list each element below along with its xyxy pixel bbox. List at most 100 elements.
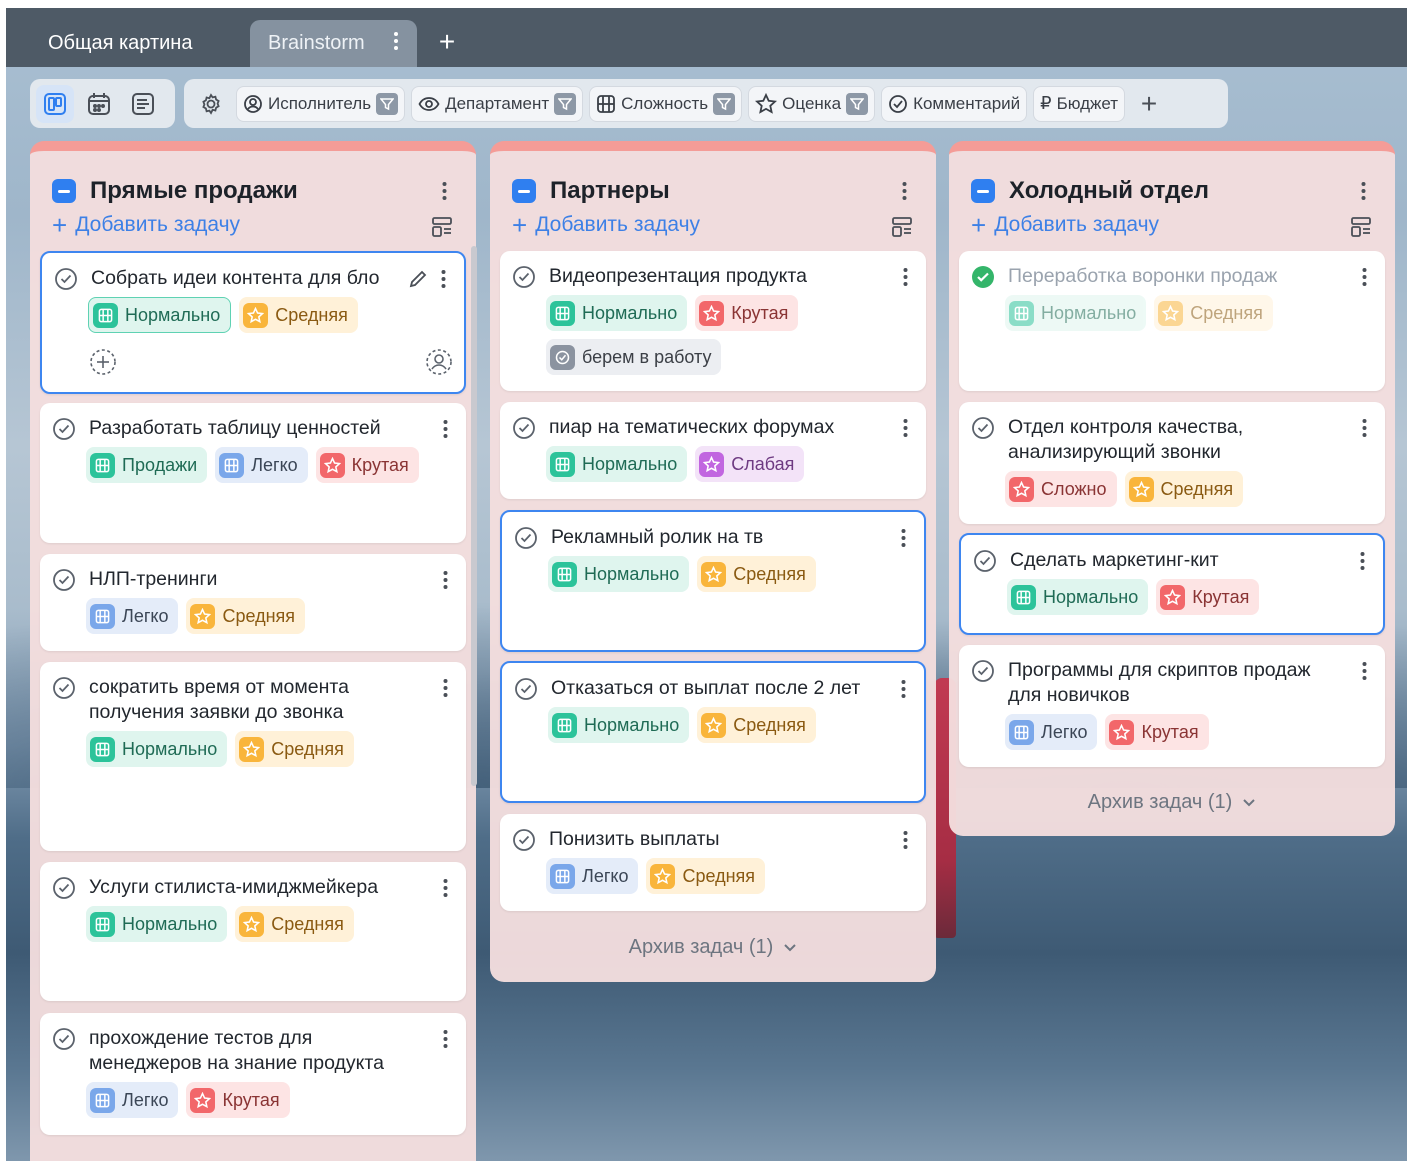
filter-department[interactable]: Департамент xyxy=(411,85,584,122)
pencil-icon[interactable] xyxy=(408,269,428,289)
tag[interactable]: Продажи xyxy=(86,447,208,483)
tag[interactable]: Легко xyxy=(546,858,639,894)
filter-comment[interactable]: Комментарий xyxy=(881,85,1028,122)
archive-toggle[interactable]: Архив задач (1) xyxy=(490,936,936,959)
tag[interactable]: Нормально xyxy=(88,297,232,333)
task-card[interactable]: Отдел контроля качества, анализирующий з… xyxy=(959,402,1385,524)
add-task-button[interactable]: + Добавить задачу xyxy=(52,212,240,238)
tag[interactable]: Нормально xyxy=(546,446,688,482)
task-card[interactable]: Разработать таблицу ценностей Продажи Ле… xyxy=(40,403,466,543)
column-menu-icon[interactable] xyxy=(1353,176,1373,206)
task-menu-icon[interactable] xyxy=(1357,657,1371,685)
tag[interactable]: Средняя xyxy=(235,906,354,942)
task-card[interactable]: Отказаться от выплат после 2 лет Нормаль… xyxy=(500,661,926,803)
column-settings-icon[interactable] xyxy=(1349,215,1373,239)
tag[interactable]: Средняя xyxy=(697,556,816,592)
complete-task-icon[interactable] xyxy=(514,677,538,701)
task-menu-icon[interactable] xyxy=(1357,414,1371,442)
task-card[interactable]: Переработка воронки продаж Нормально Сре… xyxy=(959,251,1385,391)
tag[interactable]: Крутая xyxy=(186,1082,290,1118)
task-menu-icon[interactable] xyxy=(1357,263,1371,291)
tag[interactable]: Легко xyxy=(86,598,179,634)
add-tab-button[interactable]: + xyxy=(432,28,462,58)
filter-assignee[interactable]: Исполнитель xyxy=(236,85,406,122)
task-card[interactable]: Видеопрезентация продукта Нормально Крут… xyxy=(500,251,926,391)
task-menu-icon[interactable] xyxy=(438,674,452,702)
tag[interactable]: Крутая xyxy=(1156,579,1260,615)
tag[interactable]: Легко xyxy=(215,447,308,483)
tag[interactable]: Крутая xyxy=(1105,714,1209,750)
column-settings-icon[interactable] xyxy=(890,215,914,239)
filter-budget[interactable]: ₽ Бюджет xyxy=(1033,85,1126,122)
tag[interactable]: Нормально xyxy=(86,906,228,942)
list-view-icon[interactable] xyxy=(124,85,162,123)
tag[interactable]: Средняя xyxy=(1124,471,1244,507)
task-card[interactable]: Услуги стилиста-имиджмейкера Нормально С… xyxy=(40,862,466,1001)
add-task-button[interactable]: + Добавить задачу xyxy=(512,212,700,238)
task-menu-icon[interactable] xyxy=(438,1025,452,1053)
complete-task-icon[interactable] xyxy=(52,417,76,441)
funnel-icon[interactable] xyxy=(713,92,736,115)
complete-task-icon[interactable] xyxy=(52,1027,76,1051)
task-card[interactable]: Сделать маркетинг-кит Нормально Крутая xyxy=(959,533,1385,635)
gear-icon[interactable] xyxy=(192,86,230,122)
tag[interactable]: Средняя xyxy=(239,297,358,333)
complete-task-icon[interactable] xyxy=(52,876,76,900)
task-card[interactable]: НЛП-тренинги Легко Средняя xyxy=(40,554,466,651)
filter-rating[interactable]: Оценка xyxy=(748,85,876,122)
board-view-icon[interactable] xyxy=(36,84,74,123)
tab-menu-icon[interactable] xyxy=(393,31,399,57)
tag[interactable]: Крутая xyxy=(315,447,419,483)
column-scrollbar[interactable] xyxy=(471,246,477,786)
tag[interactable]: Нормально xyxy=(1007,579,1149,615)
tag[interactable]: Средняя xyxy=(697,707,816,743)
complete-task-icon[interactable] xyxy=(971,416,995,440)
tag[interactable]: Средняя xyxy=(1154,295,1273,331)
done-check-icon[interactable] xyxy=(971,265,995,289)
collapse-column-icon[interactable] xyxy=(512,179,536,203)
task-menu-icon[interactable] xyxy=(898,826,912,854)
tag[interactable]: Нормально xyxy=(548,556,690,592)
complete-task-icon[interactable] xyxy=(54,267,78,291)
assignee-placeholder-icon[interactable] xyxy=(424,347,454,377)
task-card[interactable]: Программы для скриптов продаж для новичк… xyxy=(959,645,1385,767)
task-menu-icon[interactable] xyxy=(896,524,910,552)
funnel-icon[interactable] xyxy=(376,92,399,115)
column-menu-icon[interactable] xyxy=(894,176,914,206)
complete-task-icon[interactable] xyxy=(512,416,536,440)
tag[interactable]: Легко xyxy=(1005,714,1098,750)
tag[interactable]: Нормально xyxy=(86,731,228,767)
tag[interactable]: Средняя xyxy=(235,731,354,767)
tag[interactable]: Нормально xyxy=(546,295,688,331)
calendar-view-icon[interactable] xyxy=(80,85,118,123)
complete-task-icon[interactable] xyxy=(514,526,538,550)
complete-task-icon[interactable] xyxy=(973,549,997,573)
task-menu-icon[interactable] xyxy=(438,566,452,594)
add-assignee-icon[interactable] xyxy=(88,347,118,377)
complete-task-icon[interactable] xyxy=(52,676,76,700)
complete-task-icon[interactable] xyxy=(512,265,536,289)
tag[interactable]: берем в работу xyxy=(546,339,722,375)
task-card[interactable]: Рекламный ролик на тв Нормально Средняя xyxy=(500,510,926,652)
tag[interactable]: Нормально xyxy=(1005,295,1147,331)
tag[interactable]: Крутая xyxy=(695,295,799,331)
tag[interactable]: Нормально xyxy=(548,707,690,743)
tag[interactable]: Сложно xyxy=(1005,471,1117,507)
task-menu-icon[interactable] xyxy=(438,874,452,902)
column-menu-icon[interactable] xyxy=(434,176,454,206)
task-menu-icon[interactable] xyxy=(898,414,912,442)
tag[interactable]: Слабая xyxy=(695,446,805,482)
column-settings-icon[interactable] xyxy=(430,215,454,239)
task-menu-icon[interactable] xyxy=(436,265,450,293)
archive-toggle[interactable]: Архив задач (1) xyxy=(949,791,1395,814)
task-card[interactable]: пиар на тематических форумах Нормально С… xyxy=(500,402,926,499)
task-menu-icon[interactable] xyxy=(438,415,452,443)
add-task-button[interactable]: + Добавить задачу xyxy=(971,212,1159,238)
funnel-icon[interactable] xyxy=(554,92,577,115)
filter-complexity[interactable]: Сложность xyxy=(589,85,743,122)
tag[interactable]: Легко xyxy=(86,1082,179,1118)
tab-brainstorm[interactable]: Brainstorm xyxy=(250,20,417,67)
task-card[interactable]: сократить время от момента получения зая… xyxy=(40,662,466,851)
collapse-column-icon[interactable] xyxy=(52,179,76,203)
tag[interactable]: Средняя xyxy=(646,858,766,894)
